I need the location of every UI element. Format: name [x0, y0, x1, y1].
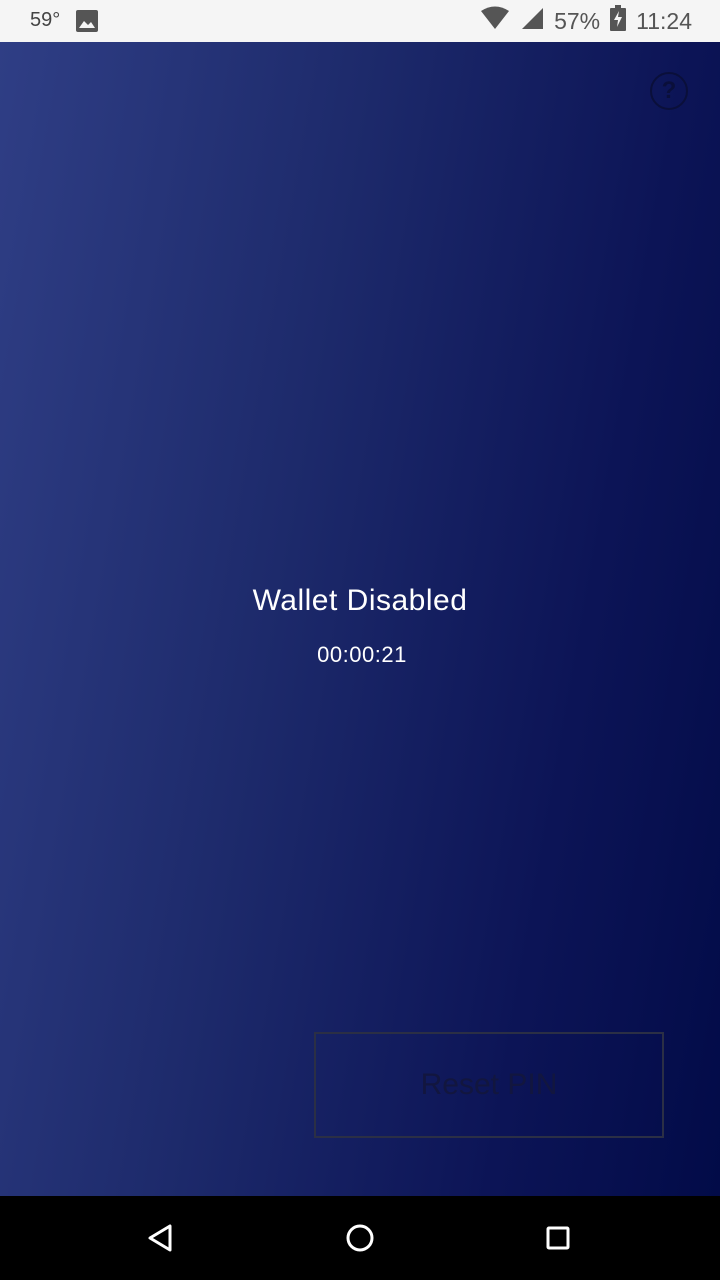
- home-icon[interactable]: [340, 1218, 380, 1258]
- screen: 59° 57% 11:24 ? Wallet Disabled 00:00:21…: [0, 0, 720, 1280]
- signal-icon: [520, 6, 544, 36]
- page-title: Wallet Disabled: [252, 584, 468, 617]
- reset-pin-button[interactable]: Reset PIN: [314, 1032, 664, 1138]
- clock-text: 11:24: [636, 7, 692, 34]
- reset-pin-label: Reset PIN: [420, 1068, 558, 1101]
- wallet-screen: ? Wallet Disabled 00:00:21 Reset PIN: [0, 42, 720, 1196]
- battery-charging-icon: [610, 5, 627, 37]
- wifi-icon: [480, 6, 510, 36]
- help-button[interactable]: ?: [650, 72, 688, 110]
- navigation-bar: [0, 1196, 720, 1280]
- image-icon: [76, 10, 98, 32]
- recents-icon[interactable]: [538, 1218, 578, 1258]
- status-right: 57% 11:24: [480, 5, 692, 37]
- countdown-timer: 00:00:21: [317, 642, 407, 667]
- temperature-text: 59°: [30, 9, 61, 31]
- question-circle-icon: ?: [661, 77, 677, 104]
- battery-percent-text: 57%: [554, 7, 601, 34]
- back-icon[interactable]: [141, 1218, 181, 1258]
- status-bar: 59° 57% 11:24: [0, 0, 720, 42]
